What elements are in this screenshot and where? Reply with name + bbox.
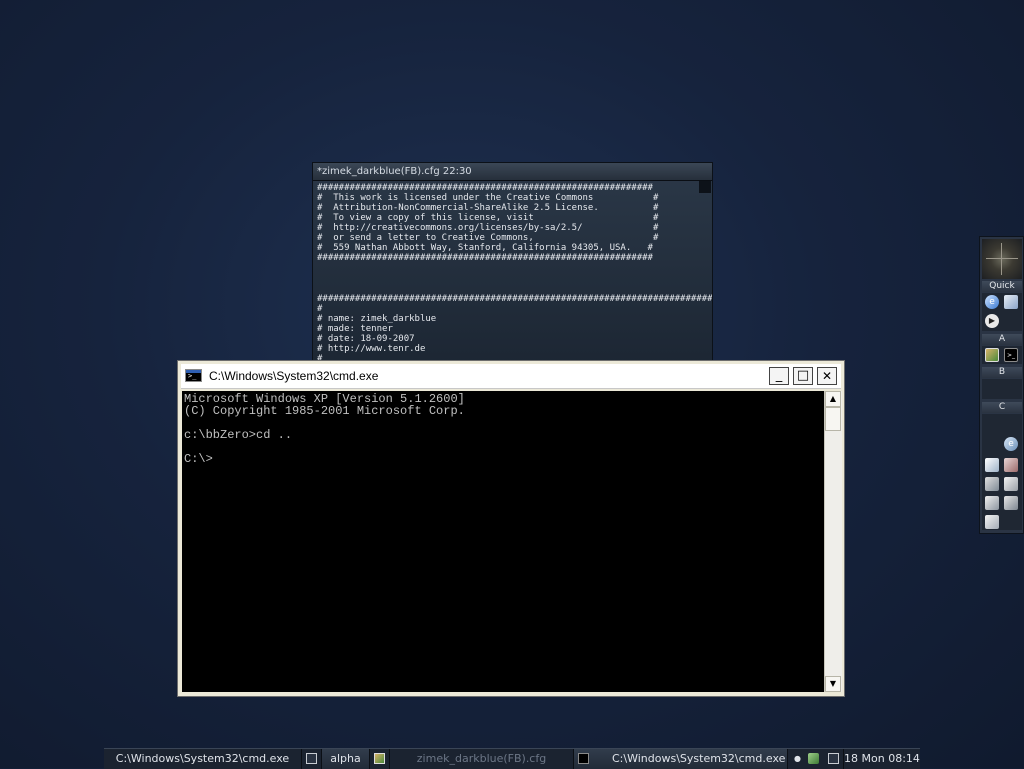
maximize-button[interactable]: □ (793, 367, 813, 385)
internet-explorer-icon[interactable]: e (1004, 437, 1018, 451)
task-cmd-2[interactable]: C:\Windows\System32\cmd.exe (574, 749, 788, 769)
close-button[interactable]: ✕ (817, 367, 837, 385)
bullet-icon[interactable]: ● (794, 749, 801, 769)
editor-title[interactable]: *zimek_darkblue(FB).cfg 22:30 (313, 163, 712, 181)
cmd-window[interactable]: C:\Windows\System32\cmd.exe _ □ ✕ Micros… (177, 360, 845, 697)
group-c-header[interactable]: C (982, 402, 1022, 413)
cmd-title: C:\Windows\System32\cmd.exe (209, 369, 379, 383)
workspace-label[interactable]: alpha (322, 749, 370, 769)
editor-scroll-thumb[interactable] (699, 181, 711, 193)
window-icon (306, 753, 317, 764)
task-cmd-1[interactable]: C:\Windows\System32\cmd.exe (104, 749, 302, 769)
console-output[interactable]: Microsoft Windows XP [Version 5.1.2600] … (182, 391, 824, 692)
sound-icon[interactable] (1004, 496, 1018, 510)
taskbar: C:\Windows\System32\cmd.exe alpha zimek_… (104, 748, 920, 769)
slit-dock: Quick e ▶ A >_ B C e (979, 236, 1024, 534)
editor-license-block: ########################################… (317, 183, 659, 263)
scroll-down-arrow[interactable]: ▼ (825, 676, 841, 692)
group-a-header[interactable]: A (982, 334, 1022, 345)
image-editor-icon (374, 753, 385, 764)
task-cmd-2-label: C:\Windows\System32\cmd.exe (612, 752, 786, 765)
trash-icon[interactable] (985, 477, 999, 491)
editor-window[interactable]: *zimek_darkblue(FB).cfg 22:30 ##########… (312, 162, 713, 369)
network-icon[interactable] (1004, 295, 1018, 309)
group-b-header[interactable]: B (982, 367, 1022, 378)
network-tray-icon[interactable] (808, 753, 819, 764)
printer-icon[interactable] (1004, 477, 1018, 491)
media-player-icon[interactable]: ▶ (985, 314, 999, 328)
quick-header[interactable]: Quick (982, 281, 1022, 292)
tray-image-editor[interactable] (370, 749, 390, 769)
console-icon[interactable] (185, 369, 202, 382)
console-scrollbar[interactable]: ▲ ▼ (824, 391, 842, 692)
internet-explorer-icon[interactable]: e (985, 295, 999, 309)
magnifier-icon[interactable] (1004, 458, 1018, 472)
taskbar-clock[interactable]: 18 Mon 08:14 (844, 749, 920, 769)
workspace-toggle[interactable] (302, 749, 322, 769)
recycle-bin-icon[interactable] (985, 515, 999, 529)
computer-icon[interactable] (985, 496, 999, 510)
cmd-titlebar[interactable]: C:\Windows\System32\cmd.exe _ □ ✕ (181, 364, 841, 389)
console-icon[interactable]: >_ (1004, 348, 1018, 362)
accessibility-icon[interactable] (985, 458, 999, 472)
image-editor-icon[interactable] (985, 348, 999, 362)
minimize-button[interactable]: _ (769, 367, 789, 385)
editor-meta-block: ########################################… (317, 294, 713, 364)
task-editor[interactable]: zimek_darkblue(FB).cfg (390, 749, 574, 769)
console-text: Microsoft Windows XP [Version 5.1.2600] … (184, 392, 465, 466)
console-icon (578, 753, 589, 764)
analog-clock-icon[interactable] (982, 239, 1022, 279)
scroll-thumb[interactable] (825, 407, 841, 431)
system-tray: ● (788, 749, 844, 769)
display-tray-icon[interactable] (828, 753, 839, 764)
scroll-up-arrow[interactable]: ▲ (825, 391, 841, 407)
